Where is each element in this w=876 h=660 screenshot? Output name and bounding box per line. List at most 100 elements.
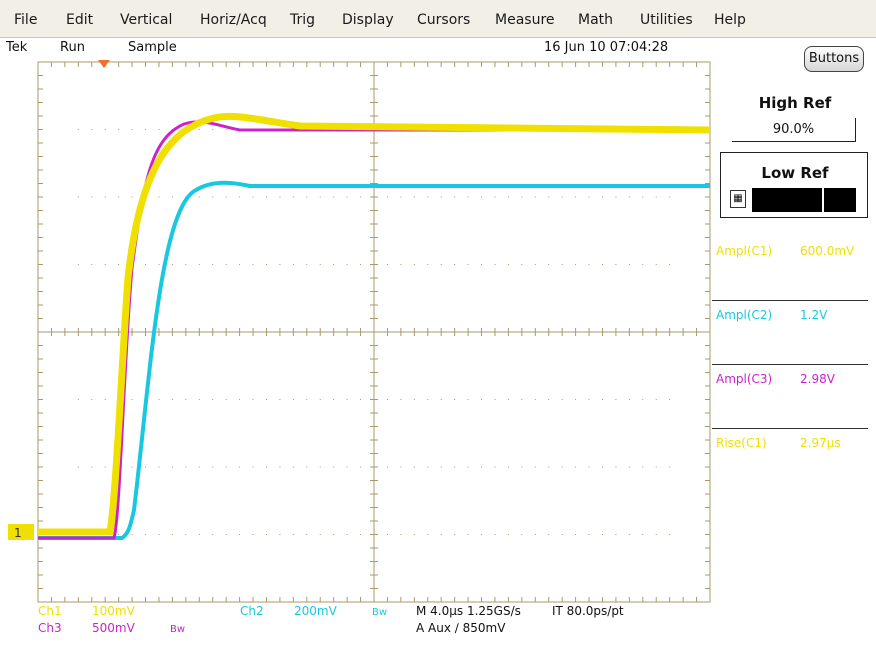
measurement-divider [712, 428, 868, 429]
grid-dot [118, 264, 120, 265]
menu-measure[interactable]: Measure [495, 12, 555, 28]
grid-dot [239, 399, 241, 400]
grid-dot [346, 264, 348, 265]
grid-dot [292, 264, 294, 265]
grid-dot [279, 399, 281, 400]
grid-dot [575, 466, 577, 468]
menu-horiz-acq[interactable]: Horiz/Acq [200, 12, 267, 28]
grid-dot [561, 264, 563, 265]
grid-dot [91, 399, 93, 400]
grid-dot [534, 399, 536, 400]
grid-dot [521, 264, 523, 265]
ch1-scale[interactable]: 100mV [92, 604, 135, 618]
grid-dot [319, 399, 321, 400]
menu-trig[interactable]: Trig [290, 12, 315, 28]
grid-dot [104, 129, 106, 130]
grid-dot [185, 399, 187, 400]
grid-dot [265, 399, 267, 400]
grid-dot [239, 466, 241, 468]
measurement-divider [712, 364, 868, 365]
grid-dot [292, 534, 294, 535]
grid-dot [413, 399, 415, 400]
grid-dot [198, 264, 200, 265]
grid-dot [252, 264, 254, 265]
grid-dot [467, 534, 469, 535]
grid-dot [346, 399, 348, 400]
grid-dot [642, 196, 644, 198]
grid-dot [198, 129, 200, 130]
grid-dot [548, 466, 550, 468]
grid-dot [601, 196, 603, 198]
ch2-name[interactable]: Ch2 [240, 604, 264, 618]
grid-dot [239, 196, 241, 198]
ch2-scale[interactable]: 200mV [294, 604, 337, 618]
grid-dot [319, 264, 321, 265]
ch3-scale[interactable]: 500mV [92, 621, 135, 635]
measurement-label: Rise(C1) [716, 436, 767, 450]
grid-dot [628, 196, 630, 198]
low-ref-slider-thumb[interactable] [822, 188, 824, 212]
graticule [37, 60, 711, 603]
trigger-readout[interactable]: A Aux ∕ 850mV [416, 621, 505, 635]
grid-dot [400, 466, 402, 468]
grid-dot [77, 129, 79, 130]
grid-dot [198, 534, 200, 535]
grid-dot [145, 534, 147, 535]
measurement-value: 2.97µs [800, 436, 841, 450]
grid-dot [158, 129, 160, 130]
grid-dot [534, 466, 536, 468]
status-row: Tek Run Sample 16 Jun 10 07:04:28 [0, 40, 876, 58]
menu-cursors[interactable]: Cursors [417, 12, 470, 28]
ch3-name[interactable]: Ch3 [38, 621, 62, 635]
grid-dot [333, 196, 335, 198]
grid-dot [507, 196, 509, 198]
grid-dot [440, 399, 442, 400]
grid-dot [386, 466, 388, 468]
grid-dot [628, 466, 630, 468]
grid-dot [239, 534, 241, 535]
grid-dot [413, 534, 415, 535]
grid-dot [454, 466, 456, 468]
grid-dot [292, 466, 294, 468]
grid-dot [145, 264, 147, 265]
grid-dot [292, 196, 294, 198]
grid-dot [494, 466, 496, 468]
grid-dot [642, 399, 644, 400]
menu-help[interactable]: Help [714, 12, 746, 28]
grid-dot [655, 196, 657, 198]
grid-dot [588, 534, 590, 535]
menu-edit[interactable]: Edit [66, 12, 93, 28]
menu-vertical[interactable]: Vertical [120, 12, 172, 28]
measurement-label: Ampl(C1) [716, 244, 773, 258]
timebase-readout[interactable]: M 4.0µs 1.25GS/s [416, 604, 521, 618]
high-ref-field[interactable]: 90.0% [732, 118, 856, 142]
measurement-value: 600.0mV [800, 244, 855, 258]
grid-dot [212, 264, 214, 265]
ch1-name[interactable]: Ch1 [38, 604, 62, 618]
grid-dot [131, 196, 133, 198]
grid-dot [588, 196, 590, 198]
grid-dot [575, 534, 577, 535]
menu-display[interactable]: Display [342, 12, 394, 28]
grid-dot [588, 264, 590, 265]
grid-dot [265, 466, 267, 468]
grid-dot [319, 534, 321, 535]
grid-dot [171, 466, 173, 468]
low-ref-slider[interactable] [752, 188, 856, 212]
grid-dot [333, 466, 335, 468]
menu-utilities[interactable]: Utilities [640, 12, 693, 28]
menu-math[interactable]: Math [578, 12, 613, 28]
grid-dot [77, 466, 79, 468]
keypad-icon[interactable]: ▦ [730, 190, 746, 208]
grid-dot [615, 264, 617, 265]
grid-dot [265, 264, 267, 265]
menu-file[interactable]: File [14, 12, 37, 28]
grid-dot [171, 196, 173, 198]
grid-dot [306, 196, 308, 198]
grid-dot [212, 466, 214, 468]
grid-dot [481, 196, 483, 198]
grid-dot [185, 264, 187, 265]
grid-dot [481, 399, 483, 400]
grid-dot [413, 466, 415, 468]
grid-dot [601, 399, 603, 400]
